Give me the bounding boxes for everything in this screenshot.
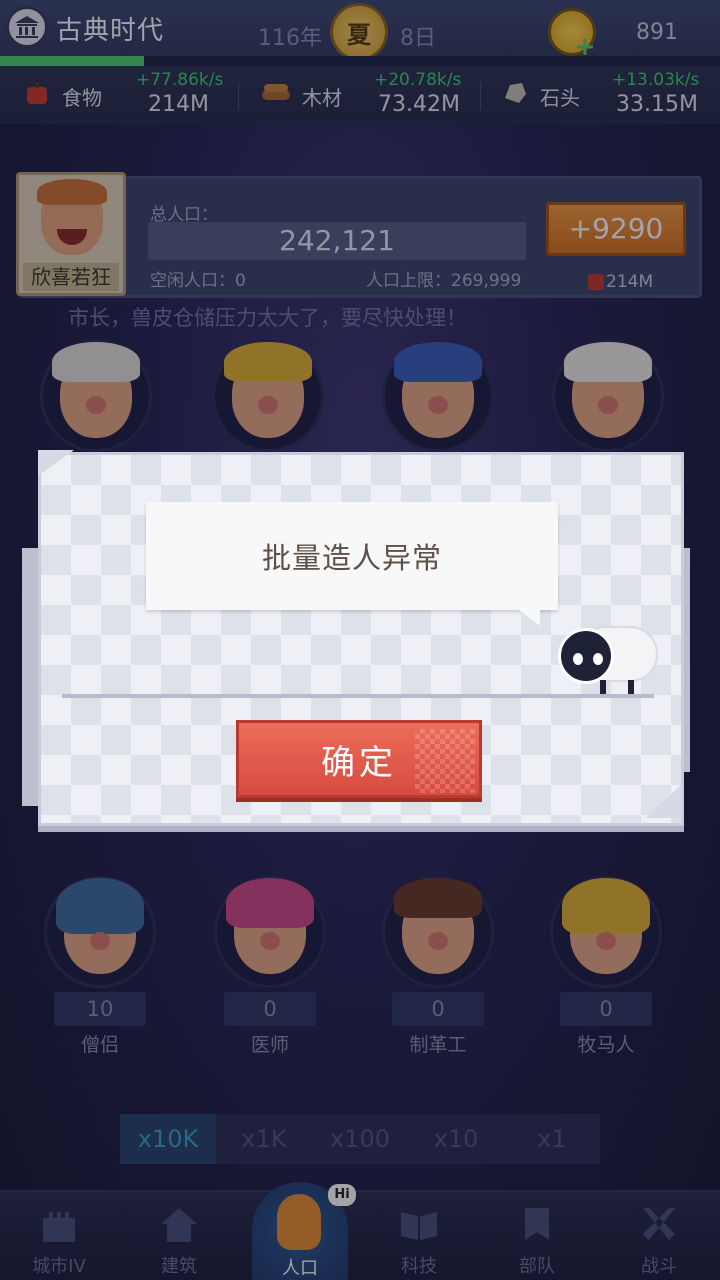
speech-bubble-tail [516,608,540,626]
sheep-mascot-icon [554,620,662,698]
sheep-leg [628,680,634,694]
confirm-button-label: 确定 [321,742,397,783]
sheep-head [558,628,614,684]
dialog-corner-fold [38,450,74,476]
dialog-message: 批量造人异常 [261,541,442,575]
dialog-message-box: 批量造人异常 [146,502,558,610]
dialog-divider [62,694,654,698]
dialog-corner-fold [646,784,682,818]
sheep-eye [573,653,583,665]
game-screen: 古典时代 116年 夏 8日 + 891 食物 +77.86k/s 214M 木… [0,0,720,1280]
sheep-eye [593,653,603,665]
confirm-button[interactable]: 确定 [236,720,482,798]
sheep-leg [600,680,606,694]
